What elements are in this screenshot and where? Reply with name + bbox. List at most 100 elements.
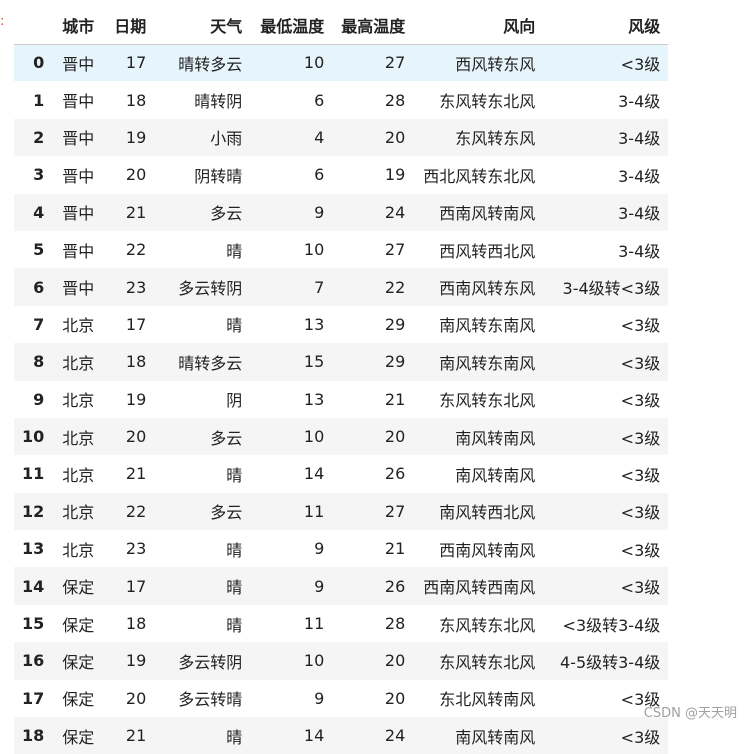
max-temp-cell: 20: [384, 688, 406, 708]
column-header-max-temp: 最高温度: [332, 7, 414, 45]
weather-cell: 阴转晴: [194, 166, 243, 186]
date-cell: 22: [125, 501, 147, 521]
wind-level-cell: <3级: [620, 540, 661, 560]
city-cell: 晋中: [62, 166, 95, 186]
city-cell: 北京: [62, 428, 95, 448]
table-row: 4 晋中 21 多云 9 24 西南风转南风 3-4级: [14, 193, 669, 231]
date-cell: 20: [125, 165, 147, 185]
max-temp-cell: 24: [384, 726, 406, 746]
wind-direction-cell: 西南风转东风: [439, 279, 536, 299]
max-temp-cell: 29: [384, 352, 406, 372]
table-row: 10 北京 20 多云 10 20 南风转南风 <3级: [14, 417, 669, 456]
date-cell: 21: [125, 202, 147, 222]
row-index: 4: [33, 202, 45, 222]
wind-direction-cell: 东风转东风: [455, 129, 536, 149]
city-cell: 保定: [62, 690, 95, 710]
wind-level-cell: 3-4级转<3级: [562, 279, 661, 299]
wind-direction-cell: 西风转东风: [455, 54, 536, 74]
date-cell: 20: [125, 427, 147, 447]
date-cell: 21: [125, 464, 147, 484]
column-header-date: 日期: [102, 7, 155, 45]
wind-level-cell: <3级: [620, 503, 661, 523]
date-cell: 20: [125, 688, 147, 708]
min-temp-cell: 14: [303, 726, 325, 746]
city-cell: 晋中: [62, 129, 95, 149]
weather-cell: 晴转阴: [194, 92, 243, 112]
max-temp-cell: 20: [384, 651, 406, 671]
table-row: 2 晋中 19 小雨 4 20 东风转东风 3-4级: [14, 118, 669, 157]
table-row: 13 北京 23 晴 9 21 西南风转南风 <3级: [14, 530, 669, 568]
wind-direction-cell: 东风转东北风: [439, 615, 536, 635]
min-temp-cell: 9: [314, 576, 325, 596]
row-index: 8: [33, 352, 45, 372]
wind-level-cell: <3级: [620, 727, 661, 747]
min-temp-cell: 11: [303, 614, 325, 634]
wind-level-cell: <3级: [620, 578, 661, 598]
date-cell: 23: [125, 277, 147, 297]
min-temp-cell: 15: [303, 352, 325, 372]
weather-cell: 晴转多云: [178, 54, 243, 74]
date-cell: 22: [125, 240, 147, 260]
max-temp-cell: 20: [384, 427, 406, 447]
min-temp-cell: 13: [303, 389, 325, 409]
row-index: 14: [22, 576, 45, 596]
table-row: 8 北京 18 晴转多云 15 29 南风转东南风 <3级: [14, 343, 669, 381]
min-temp-cell: 14: [303, 464, 325, 484]
max-temp-cell: 22: [384, 277, 406, 297]
weather-cell: 晴: [226, 465, 243, 485]
cell-prompt-marker: :: [0, 14, 5, 29]
weather-cell: 晴: [226, 540, 243, 560]
weather-cell: 多云转阴: [178, 279, 243, 299]
date-cell: 19: [125, 651, 147, 671]
city-cell: 北京: [62, 540, 95, 560]
weather-cell: 晴: [226, 615, 243, 635]
table-row: 14 保定 17 晴 9 26 西南风转西南风 <3级: [14, 567, 669, 605]
column-header-wind-direction: 风向: [413, 7, 544, 45]
row-index: 15: [22, 614, 45, 634]
table-body: 0 晋中 17 晴转多云 10 27 西风转东风 <3级 1 晋中 18 晴转阴 6 28 东风转东北风 3-…: [14, 44, 669, 754]
city-cell: 晋中: [62, 92, 95, 112]
max-temp-cell: 27: [384, 53, 406, 73]
wind-level-cell: 3-4级: [618, 92, 661, 112]
city-cell: 晋中: [62, 279, 95, 299]
date-cell: 18: [125, 614, 147, 634]
table-row: 18 保定 21 晴 14 24 南风转南风 <3级: [14, 717, 669, 754]
min-temp-cell: 9: [314, 202, 325, 222]
column-header-min-temp: 最低温度: [250, 7, 333, 45]
wind-level-cell: <3级: [620, 391, 661, 411]
min-temp-cell: 9: [314, 688, 325, 708]
weather-cell: 多云: [210, 428, 243, 448]
max-temp-cell: 19: [384, 165, 406, 185]
weather-cell: 多云: [210, 204, 243, 224]
city-cell: 北京: [62, 465, 95, 485]
max-temp-cell: 26: [384, 464, 406, 484]
wind-level-cell: 3-4级: [618, 204, 661, 224]
index-header: [14, 7, 53, 45]
wind-direction-cell: 南风转东南风: [439, 353, 536, 373]
row-index: 9: [33, 389, 45, 409]
weather-cell: 晴: [226, 578, 243, 598]
min-temp-cell: 10: [303, 651, 325, 671]
date-cell: 19: [125, 389, 147, 409]
date-cell: 19: [125, 127, 147, 147]
min-temp-cell: 9: [314, 539, 325, 559]
max-temp-cell: 28: [384, 90, 406, 110]
row-index: 7: [33, 314, 45, 334]
row-index: 18: [22, 726, 45, 746]
max-temp-cell: 27: [384, 240, 406, 260]
min-temp-cell: 6: [314, 165, 325, 185]
city-cell: 晋中: [62, 54, 95, 74]
date-cell: 17: [125, 53, 147, 73]
max-temp-cell: 21: [384, 389, 406, 409]
weather-cell: 多云转晴: [178, 690, 243, 710]
column-header-weather: 天气: [154, 7, 251, 45]
city-cell: 晋中: [62, 241, 95, 261]
table-row: 15 保定 18 晴 11 28 东风转东北风 <3级转3-4级: [14, 604, 669, 643]
weather-cell: 多云: [210, 503, 243, 523]
weather-cell: 晴: [226, 727, 243, 747]
max-temp-cell: 28: [384, 614, 406, 634]
date-cell: 23: [125, 539, 147, 559]
wind-direction-cell: 西南风转南风: [439, 204, 536, 224]
city-cell: 保定: [62, 615, 95, 635]
row-index: 10: [22, 427, 45, 447]
